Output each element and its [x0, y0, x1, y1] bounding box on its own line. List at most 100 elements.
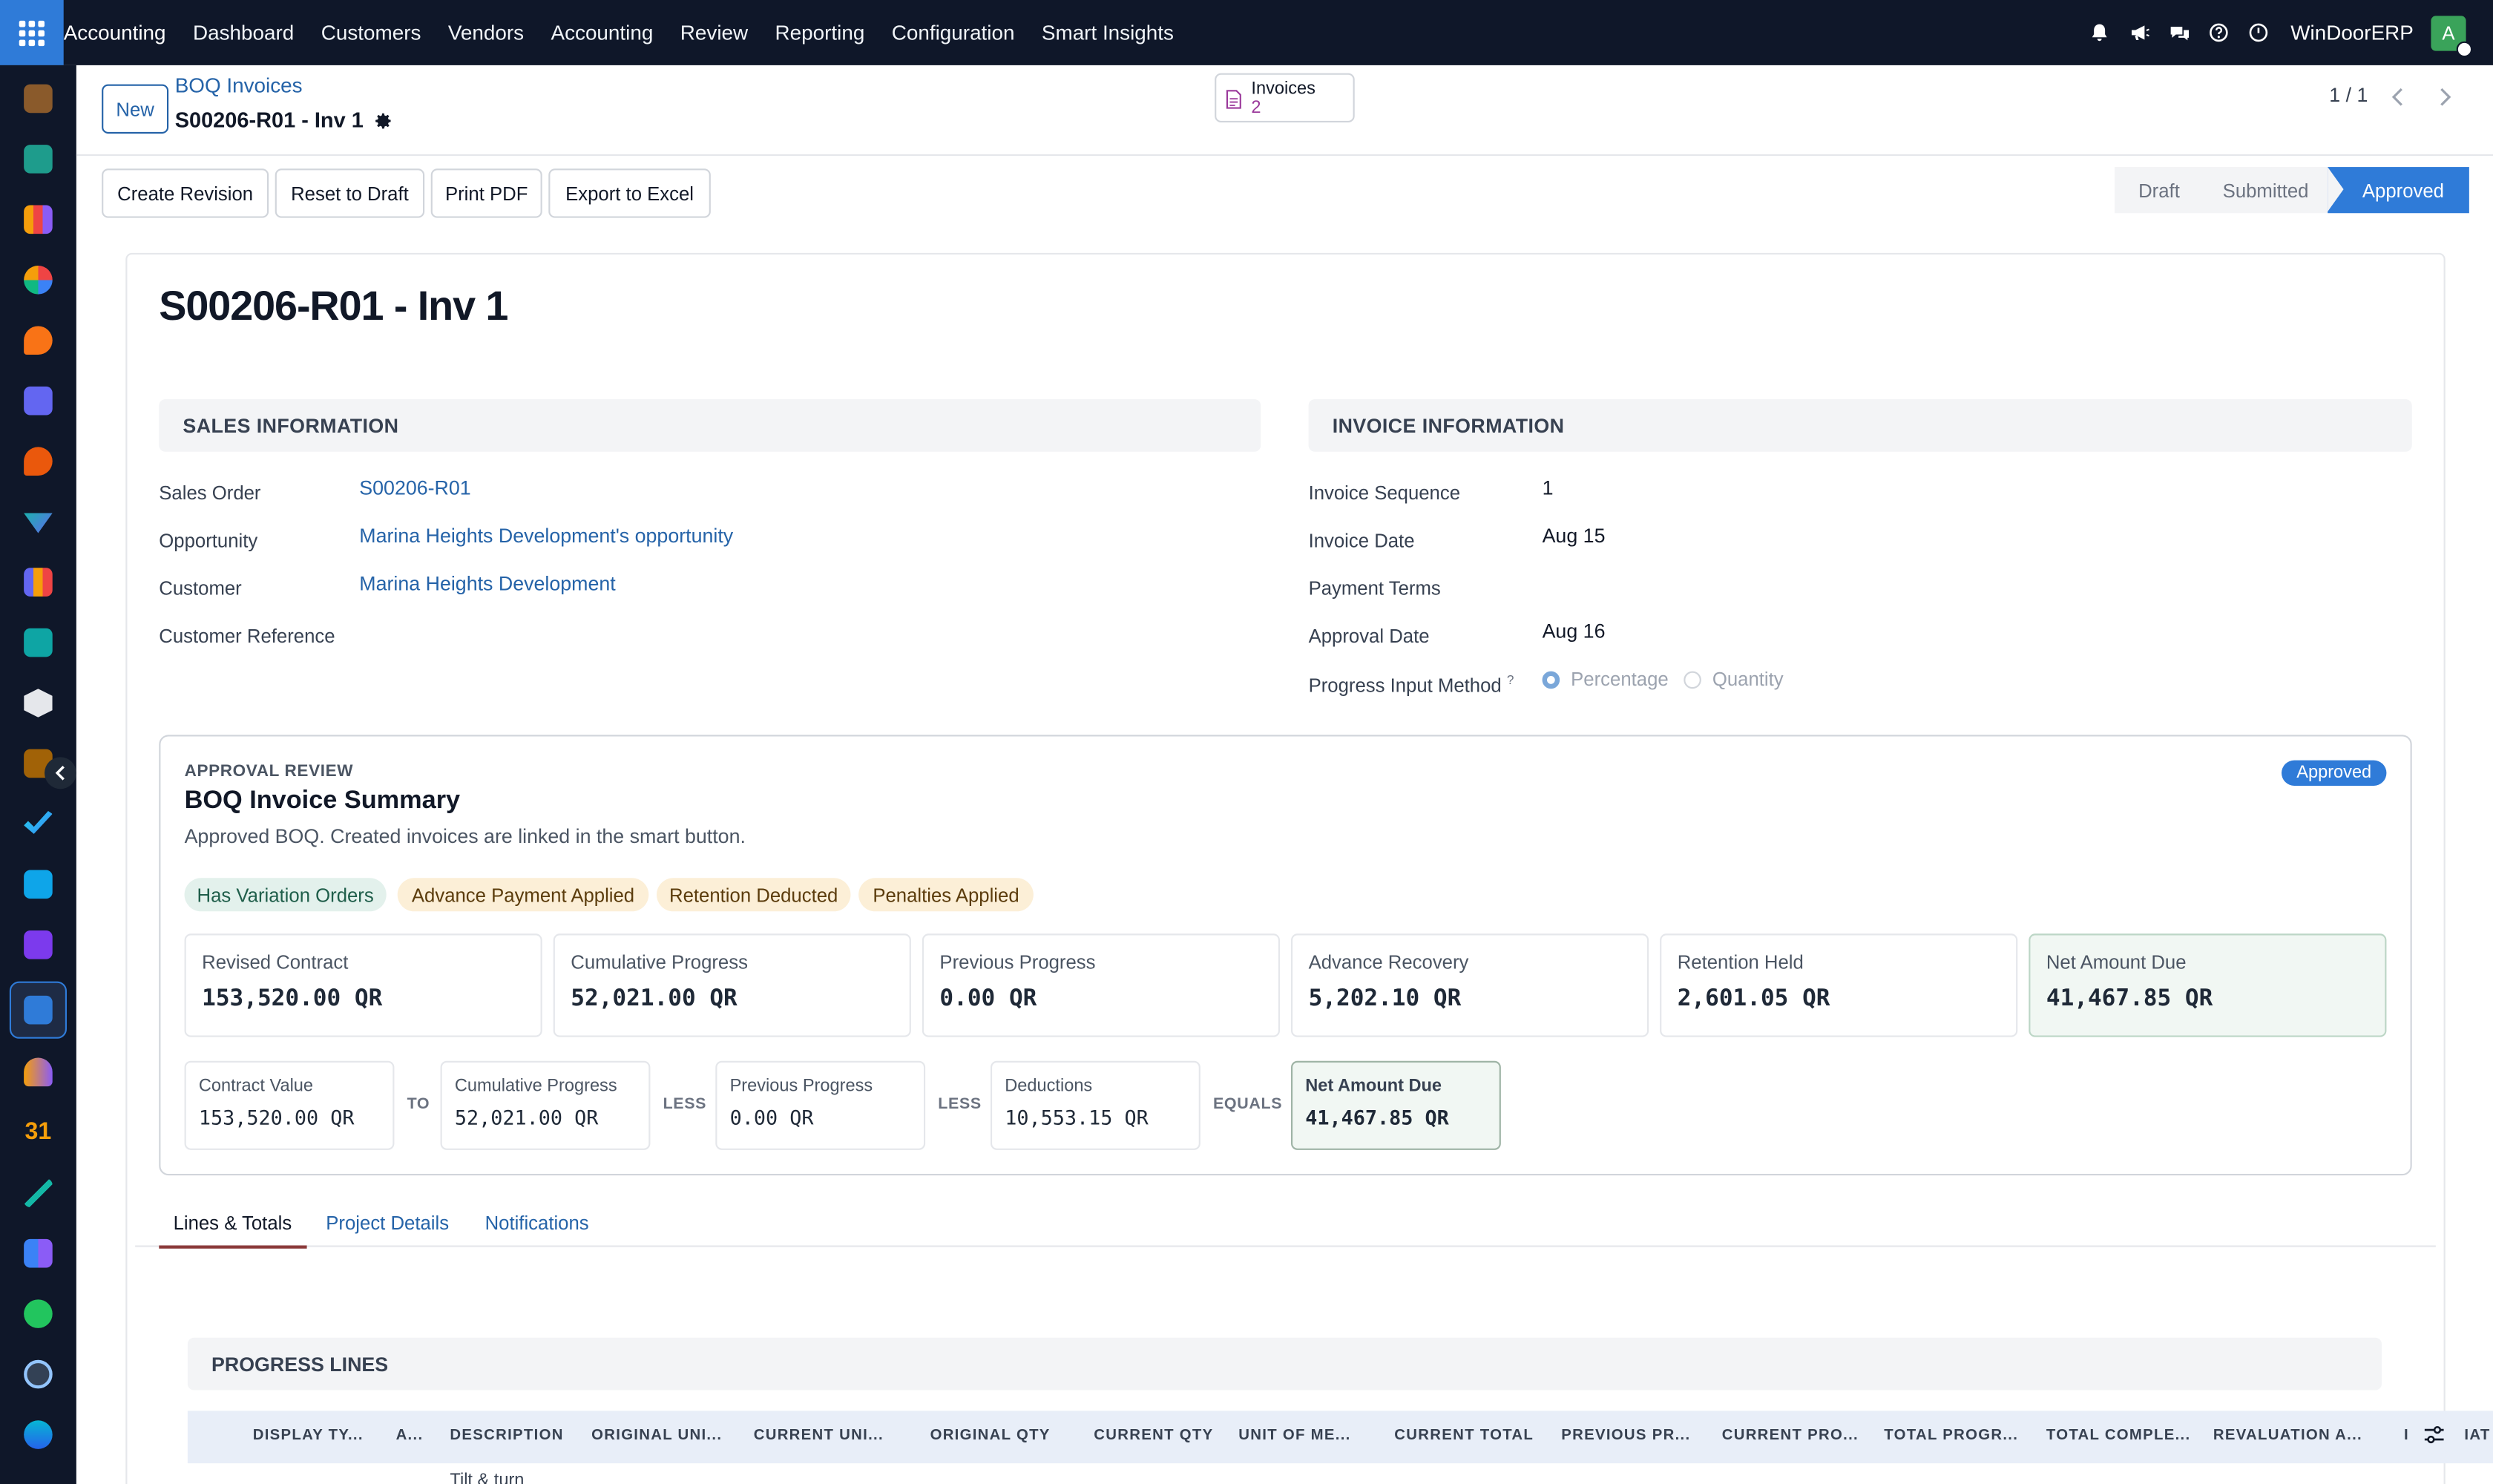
column-i[interactable]: I: [2404, 1427, 2409, 1445]
sidebar-collapse-chevron-icon[interactable]: [45, 757, 76, 789]
packages-app-icon[interactable]: [24, 930, 53, 959]
create-revision-button[interactable]: Create Revision: [102, 168, 269, 218]
kpi-label: Previous Progress: [939, 951, 1096, 974]
menu-vendors[interactable]: Vendors: [448, 21, 524, 45]
tab-project-details[interactable]: Project Details: [326, 1212, 449, 1234]
timer-app-icon[interactable]: [24, 1359, 53, 1389]
reports-app-icon[interactable]: [24, 568, 53, 597]
opportunity-link[interactable]: Marina Heights Development's opportunity: [359, 525, 733, 547]
product-app-icon[interactable]: [24, 689, 53, 718]
breadcrumb-boq-invoices[interactable]: BOQ Invoices: [175, 73, 303, 97]
column-total-progress[interactable]: TOTAL PROGR...: [1884, 1427, 2018, 1445]
dashboard-app-icon[interactable]: [24, 1238, 53, 1268]
equation-value: 52,021.00 QR: [454, 1105, 599, 1129]
print-pdf-button[interactable]: Print PDF: [430, 168, 542, 218]
menu-review[interactable]: Review: [680, 21, 748, 45]
opportunity-label: Opportunity: [159, 529, 258, 552]
invoicing-app-icon[interactable]: [24, 995, 53, 1025]
kpi-value: 0.00 QR: [939, 986, 1037, 1012]
summary-subtitle: Approved BOQ. Created invoices are linke…: [184, 825, 746, 848]
first-row-description[interactable]: Tilt & turn: [450, 1471, 524, 1484]
livechat-app-icon[interactable]: [24, 447, 53, 476]
menu-dashboard[interactable]: Dashboard: [193, 21, 294, 45]
pager-value[interactable]: 1 / 1: [2329, 85, 2368, 107]
column-settings-icon[interactable]: [2423, 1424, 2446, 1453]
radio-percentage[interactable]: [1542, 671, 1560, 689]
sales-order-link[interactable]: S00206-R01: [359, 477, 470, 499]
menu-reporting[interactable]: Reporting: [775, 21, 865, 45]
column-total-completed[interactable]: TOTAL COMPLE...: [2046, 1427, 2191, 1445]
column-original-qty[interactable]: ORIGINAL QTY: [930, 1427, 1051, 1445]
column-revaluation[interactable]: REVALUATION A...: [2213, 1427, 2362, 1445]
invoice-date-value: Aug 15: [1542, 525, 1606, 548]
column-description[interactable]: DESCRIPTION: [450, 1427, 563, 1445]
column-current-progress[interactable]: CURRENT PRO...: [1722, 1427, 1859, 1445]
menu-accounting[interactable]: Accounting: [551, 21, 654, 45]
smart-button-label: Invoices: [1251, 79, 1316, 99]
breadcrumb-current-record: S00206-R01 - Inv 1: [175, 108, 392, 132]
discuss-app-icon[interactable]: [24, 326, 53, 355]
help-tooltip-icon[interactable]: ?: [1507, 673, 1514, 687]
radio-quantity[interactable]: [1684, 671, 1701, 689]
pager-next-icon[interactable]: [2423, 75, 2468, 119]
sales-app-icon[interactable]: [24, 205, 53, 234]
column-current-unit[interactable]: CURRENT UNI...: [754, 1427, 884, 1445]
menu-customers[interactable]: Customers: [321, 21, 421, 45]
reset-to-draft-button[interactable]: Reset to Draft: [275, 168, 425, 218]
knowledge-app-icon[interactable]: [24, 870, 53, 899]
equation-label: Previous Progress: [729, 1077, 873, 1096]
column-iat[interactable]: IAT: [2464, 1427, 2490, 1445]
column-unit-of-measure[interactable]: UNIT OF ME...: [1238, 1427, 1350, 1445]
user-avatar[interactable]: A: [2431, 15, 2473, 57]
customer-link[interactable]: Marina Heights Development: [359, 573, 615, 595]
column-display-type[interactable]: DISPLAY TY...: [253, 1427, 364, 1445]
contacts-app-icon[interactable]: [24, 145, 53, 174]
tab-lines-totals[interactable]: Lines & Totals: [174, 1212, 292, 1234]
column-a[interactable]: A...: [396, 1427, 424, 1445]
new-button[interactable]: New: [102, 84, 169, 134]
megaphone-icon[interactable]: [2129, 22, 2151, 44]
invoices-smart-button[interactable]: Invoices 2: [1215, 73, 1355, 123]
contacts-alt-app-icon[interactable]: [24, 628, 53, 657]
kpi-previous-progress: Previous Progress 0.00 QR: [922, 933, 1280, 1037]
column-current-total[interactable]: CURRENT TOTAL: [1394, 1427, 1534, 1445]
gear-icon[interactable]: [373, 111, 392, 130]
tag-penalties-applied: Penalties Applied: [858, 878, 1034, 912]
app-brand[interactable]: Accounting: [64, 21, 166, 45]
sketch-app-icon[interactable]: [24, 84, 53, 114]
menu-smart-insights[interactable]: Smart Insights: [1042, 21, 1174, 45]
pager-previous-icon[interactable]: [2375, 75, 2420, 119]
systray: WinDoorERP A: [2089, 0, 2493, 65]
whatsapp-app-icon[interactable]: [24, 1299, 53, 1328]
status-approved-label: Approved: [2362, 179, 2444, 202]
calendar-app-icon[interactable]: 31: [24, 1118, 53, 1147]
sync-app-icon[interactable]: [24, 1420, 53, 1449]
inventory-app-icon[interactable]: [24, 513, 53, 533]
menu-configuration[interactable]: Configuration: [892, 21, 1015, 45]
approvals-app-icon[interactable]: [24, 811, 53, 834]
column-original-unit[interactable]: ORIGINAL UNI...: [591, 1427, 722, 1445]
pie-app-icon[interactable]: [24, 265, 53, 295]
help-icon[interactable]: [2208, 22, 2230, 44]
column-current-qty[interactable]: CURRENT QTY: [1094, 1427, 1213, 1445]
radio-quantity-label: Quantity: [1712, 668, 1784, 691]
tab-notifications[interactable]: Notifications: [485, 1212, 589, 1234]
chat-icon[interactable]: [2168, 22, 2190, 44]
column-previous-progress[interactable]: PREVIOUS PR...: [1561, 1427, 1690, 1445]
export-to-excel-button[interactable]: Export to Excel: [548, 168, 711, 218]
equation-operator: LESS: [663, 1095, 707, 1114]
company-switcher[interactable]: WinDoorERP: [2290, 21, 2414, 45]
equation-value: 0.00 QR: [729, 1105, 814, 1129]
status-submitted[interactable]: Submitted: [2204, 167, 2328, 214]
app-switcher-icon[interactable]: [0, 0, 64, 65]
equation-operator: EQUALS: [1213, 1095, 1283, 1114]
mail-app-icon[interactable]: [24, 386, 53, 416]
status-approved[interactable]: Approved: [2328, 167, 2469, 214]
bell-icon[interactable]: [2089, 22, 2111, 44]
employees-app-icon[interactable]: [24, 1057, 53, 1087]
status-draft[interactable]: Draft: [2115, 167, 2204, 214]
document-title: S00206-R01 - Inv 1: [159, 281, 508, 329]
clock-icon[interactable]: [2247, 22, 2270, 44]
sign-app-icon[interactable]: [24, 1178, 53, 1208]
kpi-net-amount-due: Net Amount Due 41,467.85 QR: [2029, 933, 2387, 1037]
